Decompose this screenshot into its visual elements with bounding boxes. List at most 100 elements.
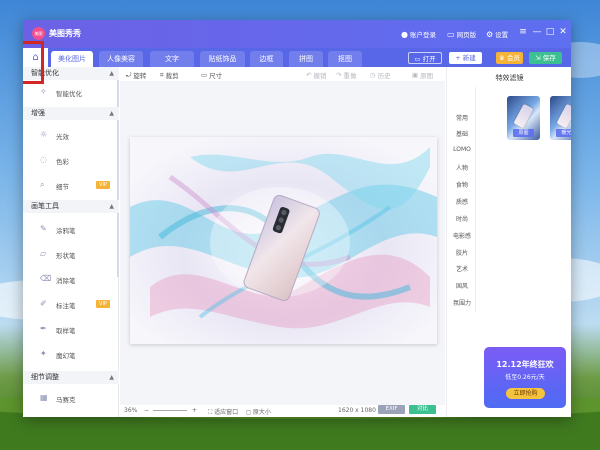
- save-label: 保存: [542, 54, 556, 62]
- filter-category[interactable]: 基础: [451, 129, 473, 138]
- brush-icon: ✎: [40, 224, 47, 233]
- sidebar-item-light[interactable]: ☼ 光效: [23, 126, 119, 144]
- filter-category[interactable]: 电影感: [451, 231, 473, 240]
- filter-category[interactable]: 人物: [451, 163, 473, 172]
- filter-category[interactable]: 胶片: [451, 248, 473, 257]
- title-bar: 美图 美图秀秀 ● 账户登录 ▭ 网页版 ⚙ 设置 ≡ — □ ✕: [23, 20, 571, 48]
- filter-category[interactable]: 艺术: [451, 264, 473, 273]
- promo-subtitle: 低至0.26元/天: [505, 374, 545, 381]
- exif-button[interactable]: EXIF: [378, 405, 405, 414]
- sidebar-item-smart-optimize[interactable]: ✧ 智能优化: [23, 83, 119, 101]
- vip-badge: VIP: [96, 181, 110, 189]
- promo-buy-button[interactable]: 立即抢购: [506, 388, 545, 399]
- save-icon: ⇲: [535, 54, 541, 62]
- sidebar-item-label: 魔幻笔: [56, 352, 76, 360]
- home-button[interactable]: ⌂: [23, 48, 48, 67]
- new-button[interactable]: + 新建: [449, 52, 482, 64]
- thumbnail-phone-image: [513, 103, 534, 129]
- sidebar-item-label: 马赛克: [56, 396, 76, 404]
- crop-button[interactable]: ⌗ 裁剪: [160, 70, 179, 81]
- actual-size-button[interactable]: ◻ 原大小: [246, 407, 271, 416]
- photo-silk-and-phone: [130, 137, 437, 344]
- tab-collage[interactable]: 拼图: [289, 51, 323, 67]
- sun-icon: ☼: [40, 130, 48, 139]
- filter-category[interactable]: 常用: [451, 113, 473, 122]
- section-smart-optimize[interactable]: 智能优化 ▲: [23, 67, 119, 80]
- section-brush-tools[interactable]: 画笔工具 ▲: [23, 200, 119, 213]
- zoom-in-button[interactable]: +: [192, 407, 197, 414]
- sidebar-item-label: 涂鸦笔: [56, 227, 76, 235]
- sidebar-item-label: 智能优化: [56, 90, 82, 98]
- edited-photo[interactable]: [130, 137, 437, 344]
- rotate-button[interactable]: ⤾ 旋转: [126, 70, 146, 81]
- sidebar-item-detail[interactable]: ⌕ 细节 VIP: [23, 176, 119, 194]
- settings-button[interactable]: ⚙ 设置: [486, 29, 508, 40]
- eyedropper-icon: ✒: [40, 324, 47, 333]
- sidebar-item-doodle-pen[interactable]: ✎ 涂鸦笔: [23, 220, 119, 238]
- tab-borders[interactable]: 边框: [250, 51, 283, 67]
- vip-button[interactable]: ♛ 会员: [496, 52, 523, 64]
- promo-banner[interactable]: 12.12年终狂欢 低至0.26元/天 立即抢购: [484, 347, 566, 408]
- eraser-icon: ⌫: [40, 274, 52, 283]
- filter-category[interactable]: 时尚: [451, 214, 473, 223]
- sidebar-item-label: 标注笔: [56, 302, 76, 310]
- menu-icon[interactable]: ≡: [517, 25, 529, 39]
- tab-beautify[interactable]: 美化图片: [51, 51, 93, 67]
- zoom-out-button[interactable]: −: [144, 407, 149, 414]
- tab-cutout[interactable]: 抠图: [328, 51, 362, 67]
- panel-title: 特效滤镜: [495, 74, 524, 82]
- maximize-button[interactable]: □: [544, 25, 556, 39]
- sidebar-item-sampling-pen[interactable]: ✒ 取样笔: [23, 320, 119, 338]
- sidebar-item-eraser[interactable]: ⌫ 消除笔: [23, 270, 119, 288]
- minimize-button[interactable]: —: [531, 25, 543, 39]
- collapse-icon: ▲: [109, 70, 114, 77]
- open-button[interactable]: ▭ 打开: [408, 52, 442, 64]
- promo-title: 12.12年终狂欢: [496, 360, 554, 369]
- main-tab-bar: ⌂ 美化图片 人像美容 文字 贴纸饰品 边框 拼图 抠图 ▭ 打开 + 新建 ♛…: [23, 48, 571, 67]
- fit-window-button[interactable]: ⛶ 适应窗口: [208, 407, 238, 417]
- vip-badge: VIP: [96, 300, 110, 308]
- filter-category[interactable]: 国风: [451, 281, 473, 290]
- tab-stickers[interactable]: 贴纸饰品: [200, 51, 245, 67]
- filter-thumbnail-warm[interactable]: 暖光: [550, 96, 571, 140]
- history-button[interactable]: ◷ 历史: [370, 70, 391, 80]
- tab-portrait[interactable]: 人像美容: [99, 51, 143, 67]
- resize-button[interactable]: ▭ 尺寸: [201, 70, 222, 80]
- sidebar-item-color[interactable]: ◌ 色彩: [23, 151, 119, 169]
- sidebar-item-marker-pen[interactable]: ✐ 标注笔 VIP: [23, 295, 119, 313]
- compare-button[interactable]: 对比: [409, 405, 436, 414]
- section-title: 画笔工具: [31, 202, 59, 210]
- account-login-button[interactable]: ● 账户登录: [401, 29, 436, 40]
- zoom-level: 36%: [124, 407, 138, 414]
- save-button[interactable]: ⇲ 保存: [529, 52, 562, 64]
- close-button[interactable]: ✕: [557, 25, 569, 39]
- image-canvas[interactable]: [120, 81, 445, 405]
- sidebar-item-mosaic[interactable]: ▦ 马赛克: [23, 389, 119, 407]
- filter-category[interactable]: LOMO: [451, 146, 473, 153]
- tab-text[interactable]: 文字: [150, 51, 194, 67]
- section-detail-adjust[interactable]: 细节调整 ▲: [23, 371, 119, 384]
- redo-label: 重做: [343, 72, 357, 80]
- crown-icon: ♛: [499, 54, 505, 62]
- image-icon: ▣: [412, 71, 419, 79]
- filter-thumbnail-original[interactable]: 原图: [507, 96, 540, 140]
- filter-category[interactable]: 氛围力: [451, 298, 473, 307]
- rotate-icon: ⤾: [126, 70, 132, 79]
- vip-button-label: 会员: [506, 54, 520, 62]
- filter-panel: 特效滤镜 常用 基础 LOMO 人物 食物 质感 时尚 电影感 胶片 艺术 国风…: [446, 67, 571, 417]
- web-version-button[interactable]: ▭ 网页版: [447, 29, 476, 40]
- filter-category[interactable]: 质感: [451, 197, 473, 206]
- section-enhance[interactable]: 增强 ▲: [23, 107, 119, 120]
- app-window: 美图 美图秀秀 ● 账户登录 ▭ 网页版 ⚙ 设置 ≡ — □ ✕ ⌂ 美化图片…: [23, 20, 571, 417]
- crop-label: 裁剪: [165, 72, 179, 80]
- sidebar-item-magic-pen[interactable]: ✦ 魔幻笔: [23, 345, 119, 363]
- sidebar-item-shape-pen[interactable]: ▱ 形状笔: [23, 245, 119, 263]
- zoom-slider[interactable]: [153, 410, 187, 411]
- filter-category[interactable]: 食物: [451, 180, 473, 189]
- original-label: 原图: [420, 72, 434, 80]
- magnifier-icon: ⌕: [40, 180, 45, 189]
- original-button[interactable]: ▣ 原图: [412, 70, 433, 80]
- collapse-icon: ▲: [109, 203, 114, 210]
- undo-button[interactable]: ↶ 撤销: [306, 70, 326, 80]
- redo-button[interactable]: ↷ 重做: [336, 70, 356, 80]
